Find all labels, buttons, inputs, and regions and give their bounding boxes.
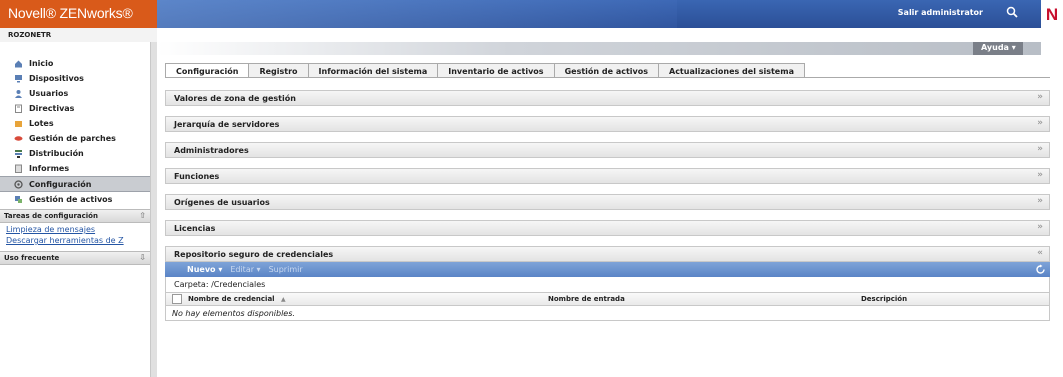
expand-icon[interactable]: » <box>1037 196 1043 206</box>
section-title: Jerarquía de servidores <box>174 119 280 129</box>
expand-icon[interactable]: » <box>1037 222 1043 232</box>
sort-ascending-icon[interactable]: ▲ <box>281 296 286 303</box>
delete-button[interactable]: Suprimir <box>269 265 303 274</box>
expand-icon[interactable]: ⇩ <box>139 253 146 262</box>
column-credential-name[interactable]: Nombre de credencial ▲ <box>188 295 548 303</box>
nav-item-label: Gestión de parches <box>29 134 116 143</box>
asset-icon <box>15 196 22 203</box>
help-bar: Ayuda ▾ <box>157 42 1041 55</box>
config-tasks-title: Tareas de configuración <box>4 212 98 220</box>
folder-value: /Credenciales <box>211 280 266 289</box>
section-title: Valores de zona de gestión <box>174 93 296 103</box>
novell-logo: N <box>1041 0 1063 28</box>
nav-item-label: Configuración <box>29 179 92 189</box>
frequent-use-title: Uso frecuente <box>4 254 60 262</box>
credential-toolbar: Nuevo ▾ Editar ▾ Suprimir <box>165 262 1050 277</box>
tab-log[interactable]: Registro <box>248 63 309 77</box>
nav-item-label: Distribución <box>29 149 84 158</box>
nav-item-label: Informes <box>29 164 70 173</box>
nav-item-label: Lotes <box>29 119 54 128</box>
expand-icon[interactable]: » <box>1037 92 1043 102</box>
tab-system-updates[interactable]: Actualizaciones del sistema <box>658 63 805 77</box>
patch-icon <box>14 136 23 141</box>
reports-icon <box>15 164 22 173</box>
nav-item-home[interactable]: Inicio <box>0 56 150 71</box>
users-icon <box>15 90 22 98</box>
section-title: Licencias <box>174 223 216 233</box>
policy-icon <box>15 104 22 113</box>
select-all-checkbox[interactable] <box>172 294 182 304</box>
section-server-hierarchy[interactable]: Jerarquía de servidores » <box>165 116 1050 132</box>
nav-item-deployment[interactable]: Distribución <box>0 146 150 161</box>
help-button[interactable]: Ayuda ▾ <box>973 42 1023 55</box>
nav-item-policies[interactable]: Directivas <box>0 101 150 116</box>
section-title: Orígenes de usuarios <box>174 197 270 207</box>
nav-item-bundles[interactable]: Lotes <box>0 116 150 131</box>
sidebar-scrollbar[interactable] <box>151 42 157 377</box>
tab-asset-management[interactable]: Gestión de activos <box>553 63 659 77</box>
header-band: Salir administrator N <box>157 0 1063 28</box>
config-tasks-header[interactable]: Tareas de configuración ⇧ <box>0 209 150 223</box>
nav-item-devices[interactable]: Dispositivos <box>0 71 150 86</box>
top-bar: Novell® ZENworks® Salir administrator N <box>0 0 1063 28</box>
nav-item-label: Inicio <box>29 59 54 68</box>
nav-item-asset-management[interactable]: Gestión de activos <box>0 192 150 207</box>
nav-item-patch-management[interactable]: Gestión de parches <box>0 131 150 146</box>
section-licenses[interactable]: Licencias » <box>165 220 1050 236</box>
task-link-download-tools[interactable]: Descargar herramientas de Z <box>0 234 150 245</box>
section-credential-vault[interactable]: Repositorio seguro de credenciales « <box>165 246 1050 262</box>
tab-asset-inventory[interactable]: Inventario de activos <box>437 63 555 77</box>
nav-item-label: Usuarios <box>29 89 69 98</box>
tab-system-info[interactable]: Información del sistema <box>307 63 439 77</box>
nav-item-label: Directivas <box>29 104 75 113</box>
tab-bar: Configuración Registro Información del s… <box>165 63 1050 78</box>
collapse-icon[interactable]: « <box>1037 248 1043 258</box>
refresh-icon[interactable] <box>1035 264 1046 275</box>
sidebar: Inicio Dispositivos Usuarios Directivas … <box>0 42 151 377</box>
edit-button[interactable]: Editar ▾ <box>230 265 260 274</box>
frequent-use-header[interactable]: Uso frecuente ⇩ <box>0 251 150 265</box>
device-icon <box>15 75 22 83</box>
new-button[interactable]: Nuevo ▾ <box>187 265 222 274</box>
column-description[interactable]: Descripción <box>861 295 1049 303</box>
section-roles[interactable]: Funciones » <box>165 168 1050 184</box>
zone-name: ROZONETR <box>0 28 157 42</box>
deployment-icon <box>15 150 22 158</box>
folder-path: Carpeta: /Credenciales <box>165 277 1050 292</box>
section-title: Funciones <box>174 171 220 181</box>
nav-item-reports[interactable]: Informes <box>0 161 150 176</box>
nav-list: Inicio Dispositivos Usuarios Directivas … <box>0 42 150 207</box>
home-icon <box>15 60 22 68</box>
empty-table-message: No hay elementos disponibles. <box>165 306 1050 321</box>
folder-label: Carpeta: <box>174 280 209 289</box>
task-link-message-cleanup[interactable]: Limpieza de mensajes <box>0 223 150 234</box>
column-entry-name[interactable]: Nombre de entrada <box>548 295 861 303</box>
credential-table-header: Nombre de credencial ▲ Nombre de entrada… <box>165 292 1050 306</box>
section-title: Repositorio seguro de credenciales <box>174 249 334 259</box>
section-user-sources[interactable]: Orígenes de usuarios » <box>165 194 1050 210</box>
section-administrators[interactable]: Administradores » <box>165 142 1050 158</box>
bundle-icon <box>15 121 22 127</box>
configuration-icon <box>14 179 23 189</box>
tab-configuration[interactable]: Configuración <box>165 63 250 77</box>
expand-icon[interactable]: » <box>1037 144 1043 154</box>
expand-icon[interactable]: » <box>1037 118 1043 128</box>
search-icon[interactable] <box>1005 5 1019 19</box>
section-management-zone-settings[interactable]: Valores de zona de gestión » <box>165 90 1050 106</box>
nav-item-users[interactable]: Usuarios <box>0 86 150 101</box>
section-title: Administradores <box>174 145 249 155</box>
nav-item-label: Gestión de activos <box>29 195 113 204</box>
brand-logo: Novell® ZENworks® <box>0 0 157 28</box>
expand-icon[interactable]: » <box>1037 170 1043 180</box>
logout-link[interactable]: Salir administrator <box>898 8 983 17</box>
zone-row: ROZONETR <box>0 28 1063 42</box>
main-content: Configuración Registro Información del s… <box>165 63 1050 321</box>
nav-item-label: Dispositivos <box>29 74 84 83</box>
nav-item-configuration[interactable]: Configuración <box>0 176 150 192</box>
collapse-icon[interactable]: ⇧ <box>139 211 146 220</box>
